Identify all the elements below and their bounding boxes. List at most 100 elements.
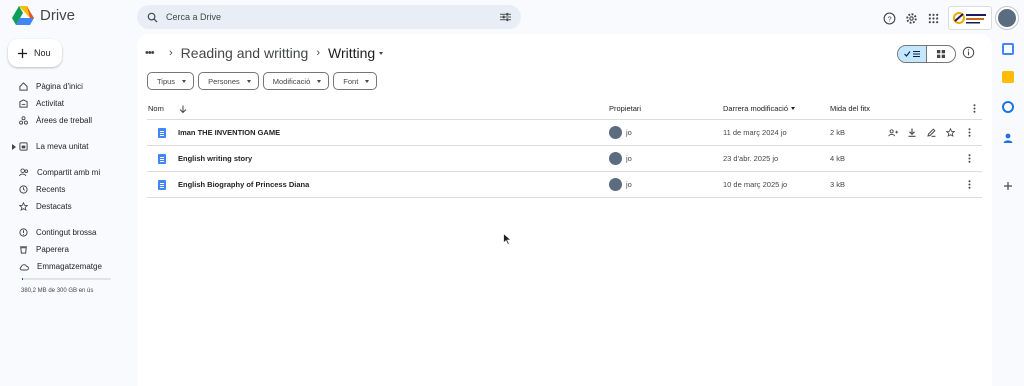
tasks-icon[interactable] (1002, 101, 1014, 113)
apps-grid-icon[interactable] (922, 7, 944, 29)
sort-arrow-down-icon[interactable] (179, 105, 187, 113)
file-name-cell: Iman THE INVENTION GAME (147, 127, 609, 138)
view-toggle (897, 45, 956, 63)
side-panel (992, 34, 1024, 386)
filter-type-chip[interactable]: Tipus (147, 72, 195, 90)
spam-icon (19, 228, 28, 237)
filter-chip-label: Font (343, 76, 359, 86)
column-modified-label: Darrera modificació (723, 104, 789, 113)
column-owner[interactable]: Propietari (609, 104, 723, 113)
owner-cell: jo (609, 152, 723, 165)
owner-cell: jo (609, 126, 723, 139)
shared-icon (19, 168, 29, 177)
search-options-icon[interactable] (500, 12, 511, 22)
sidebar-item-storage[interactable]: Emmagatzematge (0, 258, 137, 275)
more-vert-icon[interactable] (962, 126, 976, 140)
contacts-icon[interactable] (1002, 131, 1014, 143)
owner-avatar (609, 152, 622, 165)
more-vert-icon[interactable] (973, 104, 976, 113)
caret-down-icon (365, 79, 370, 83)
size-cell: 2 kB (830, 128, 846, 137)
breadcrumb-parent[interactable]: Reading and writting (181, 45, 309, 61)
file-name[interactable]: Iman THE INVENTION GAME (178, 128, 280, 137)
row-actions (882, 126, 982, 140)
filter-modified-chip[interactable]: Modificació (262, 72, 330, 90)
file-name[interactable]: English Biography of Princess Diana (178, 180, 309, 189)
sidebar-item-starred[interactable]: Destacats (0, 198, 137, 215)
search-input[interactable]: Cerca a Drive (166, 12, 500, 22)
google-doc-icon (158, 153, 166, 164)
sidebar-item-recent[interactable]: Recents (0, 181, 137, 198)
more-vert-icon[interactable] (962, 178, 976, 192)
storage-progress-bar (22, 278, 111, 280)
new-button-label: Nou (34, 48, 51, 58)
sidebar-item-home[interactable]: Pàgina d'inici (0, 78, 137, 95)
search-icon[interactable] (147, 12, 158, 23)
expand-arrow-icon[interactable] (12, 143, 16, 150)
star-icon[interactable] (943, 126, 957, 140)
sidebar-item-label: Recents (36, 185, 66, 194)
sidebar-item-label: Pàgina d'inici (36, 82, 83, 91)
rename-pencil-icon[interactable] (924, 126, 938, 140)
filter-people-chip[interactable]: Persones (198, 72, 259, 90)
filter-source-chip[interactable]: Font (333, 72, 378, 90)
column-name[interactable]: Nom (147, 104, 609, 113)
workspaces-icon (19, 116, 28, 125)
calendar-icon[interactable] (1002, 43, 1014, 55)
more-vert-icon[interactable] (962, 152, 976, 166)
modified-cell: 11 de març 2024 jo (723, 128, 787, 137)
add-addon-icon[interactable] (1002, 179, 1014, 191)
table-row[interactable]: Iman THE INVENTION GAME jo 11 de març 20… (147, 120, 982, 146)
account-avatar[interactable] (996, 7, 1018, 29)
trash-icon (19, 246, 28, 254)
table-row[interactable]: English Biography of Princess Diana jo 1… (147, 172, 982, 198)
table-row[interactable]: English writing story jo 23 d'abr. 2025 … (147, 146, 982, 172)
sidebar-item-label: Activitat (36, 99, 65, 108)
caret-down-icon (246, 79, 251, 83)
sidebar-nav: Pàgina d'inici Activitat Àrees de trebal… (0, 78, 137, 275)
new-button[interactable]: Nou (8, 39, 62, 67)
size-cell: 3 kB (830, 180, 846, 189)
my-drive-icon (19, 142, 28, 151)
sidebar-item-spam[interactable]: Contingut brossa (0, 224, 137, 241)
breadcrumb-more-button[interactable]: ••• (145, 47, 161, 59)
list-view-button[interactable] (898, 46, 927, 62)
file-name-cell: English writing story (147, 153, 609, 164)
share-icon[interactable] (886, 126, 900, 140)
app-name: Drive (40, 7, 76, 24)
drive-logo[interactable]: Drive (12, 6, 75, 25)
breadcrumb-current-folder[interactable]: Writting (328, 45, 384, 61)
google-doc-icon (158, 127, 166, 138)
filter-chip-label: Persones (208, 76, 240, 86)
sidebar-item-shared[interactable]: Compartit amb mi (0, 164, 137, 181)
row-actions (882, 152, 982, 166)
file-name[interactable]: English writing story (178, 154, 252, 163)
column-modified[interactable]: Darrera modificació (723, 104, 830, 113)
search-bar[interactable]: Cerca a Drive (137, 5, 521, 29)
keep-icon[interactable] (1002, 71, 1014, 83)
chevron-right-icon: › (169, 47, 173, 59)
top-bar: Drive Cerca a Drive ? (0, 0, 1024, 34)
caret-down-icon (317, 79, 322, 83)
grid-view-button[interactable] (927, 46, 955, 62)
drive-logo-icon (12, 6, 34, 25)
clock-icon (19, 185, 28, 194)
owner-name: jo (626, 154, 632, 163)
sidebar-item-workspaces[interactable]: Àrees de treball (0, 112, 137, 129)
table-header: Nom Propietari Darrera modificació Mida … (147, 98, 982, 120)
download-icon[interactable] (905, 126, 919, 140)
main-content: ••• › Reading and writting › Writting Ti… (137, 34, 992, 386)
sidebar-item-trash[interactable]: Paperera (0, 241, 137, 258)
top-right-actions: ? (878, 6, 1024, 30)
column-size[interactable]: Mida del fitx (830, 104, 882, 113)
column-name-label: Nom (148, 104, 164, 113)
info-icon[interactable] (962, 46, 975, 64)
sidebar-item-activity[interactable]: Activitat (0, 95, 137, 112)
grid-icon (937, 50, 945, 58)
help-icon[interactable]: ? (878, 7, 900, 29)
organization-logo[interactable] (948, 6, 992, 30)
settings-gear-icon[interactable] (900, 7, 922, 29)
sidebar-item-my-drive[interactable]: La meva unitat (0, 138, 137, 155)
google-doc-icon (158, 179, 166, 190)
star-icon (19, 202, 28, 211)
